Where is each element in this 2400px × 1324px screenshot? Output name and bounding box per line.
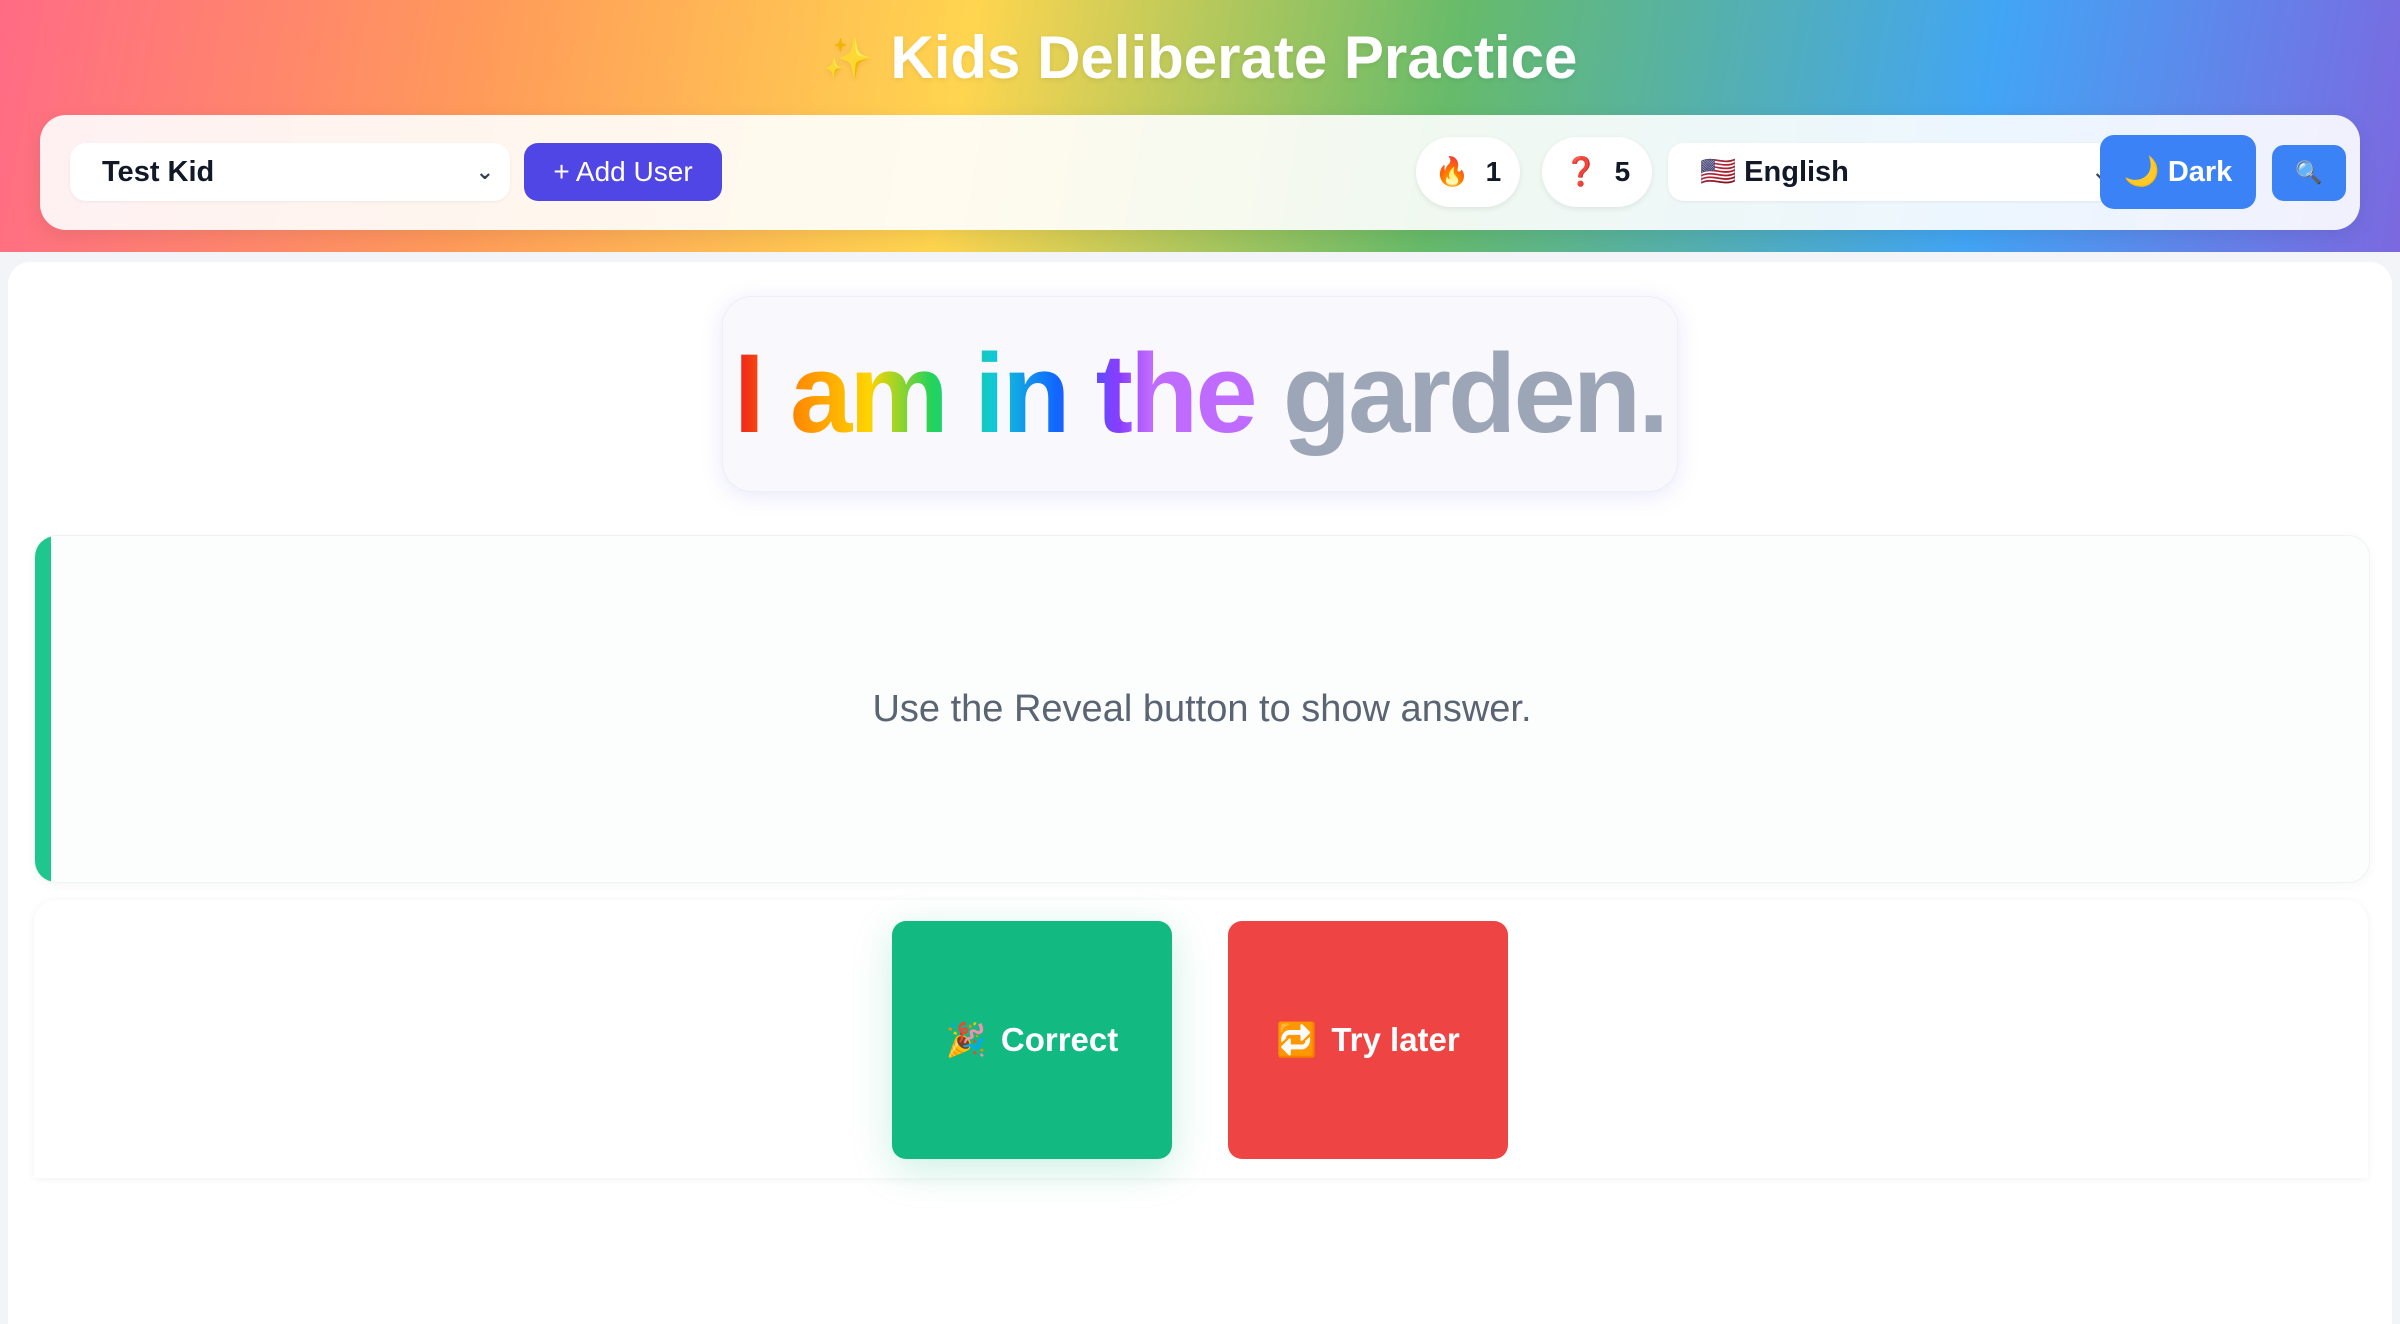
sparkles-icon: ✨ — [822, 37, 873, 81]
sentence-highlighted-part: I am in the — [733, 331, 1258, 456]
language-select-value: 🇺🇸 English — [1700, 143, 1849, 201]
repeat-icon: 🔁 — [1276, 1021, 1318, 1058]
search-button[interactable]: 🔍 — [2272, 145, 2346, 201]
moon-icon: 🌙 — [2123, 156, 2160, 188]
toolbar: Test Kid ⌄ + Add User 🔥1 ❓5 🇺🇸 English ⌄… — [40, 115, 2360, 230]
add-user-button[interactable]: + Add User — [524, 143, 722, 201]
fire-icon: 🔥 — [1434, 156, 1470, 187]
actions-panel — [34, 900, 2368, 1178]
practice-sentence: I am in the garden. — [733, 319, 1670, 469]
app-title-text: Kids Deliberate Practice — [890, 24, 1578, 91]
dark-mode-label: Dark — [2167, 156, 2233, 188]
streak-badge: 🔥 1 — [1416, 137, 1520, 207]
correct-label: Correct — [1000, 1021, 1119, 1058]
correct-button[interactable]: 🎉 Correct — [892, 921, 1172, 1159]
chevron-down-icon: ⌄ — [475, 159, 494, 184]
reveal-hint: Use the Reveal button to show answer. — [872, 688, 1532, 730]
magnifier-icon: 🔍 — [2295, 160, 2323, 185]
try-later-label: Try later — [1331, 1021, 1460, 1058]
streak-value: 1 — [1485, 156, 1502, 187]
dark-mode-button[interactable]: 🌙 Dark — [2100, 135, 2256, 209]
sentence-card: I am in the garden. — [722, 296, 1678, 492]
answer-panel: Use the Reveal button to show answer. — [34, 535, 2370, 883]
sentence-remaining-part: garden. — [1282, 331, 1670, 456]
language-label: English — [1744, 156, 1849, 188]
header-banner: ✨ Kids Deliberate Practice Test Kid ⌄ + A… — [0, 0, 2400, 252]
us-flag-icon: 🇺🇸 — [1700, 156, 1737, 188]
app-title: ✨ Kids Deliberate Practice — [0, 18, 2400, 99]
try-later-button[interactable]: 🔁 Try later — [1228, 921, 1508, 1159]
question-count-badge: ❓ 5 — [1542, 137, 1652, 207]
diamond-question-icon: ❓ — [1563, 156, 1599, 187]
question-count-value: 5 — [1614, 156, 1631, 187]
user-select-value: Test Kid — [102, 156, 215, 188]
user-select[interactable]: Test Kid ⌄ — [70, 143, 510, 201]
language-select[interactable]: 🇺🇸 English ⌄ — [1668, 143, 2126, 201]
party-popper-icon: 🎉 — [945, 1021, 987, 1058]
